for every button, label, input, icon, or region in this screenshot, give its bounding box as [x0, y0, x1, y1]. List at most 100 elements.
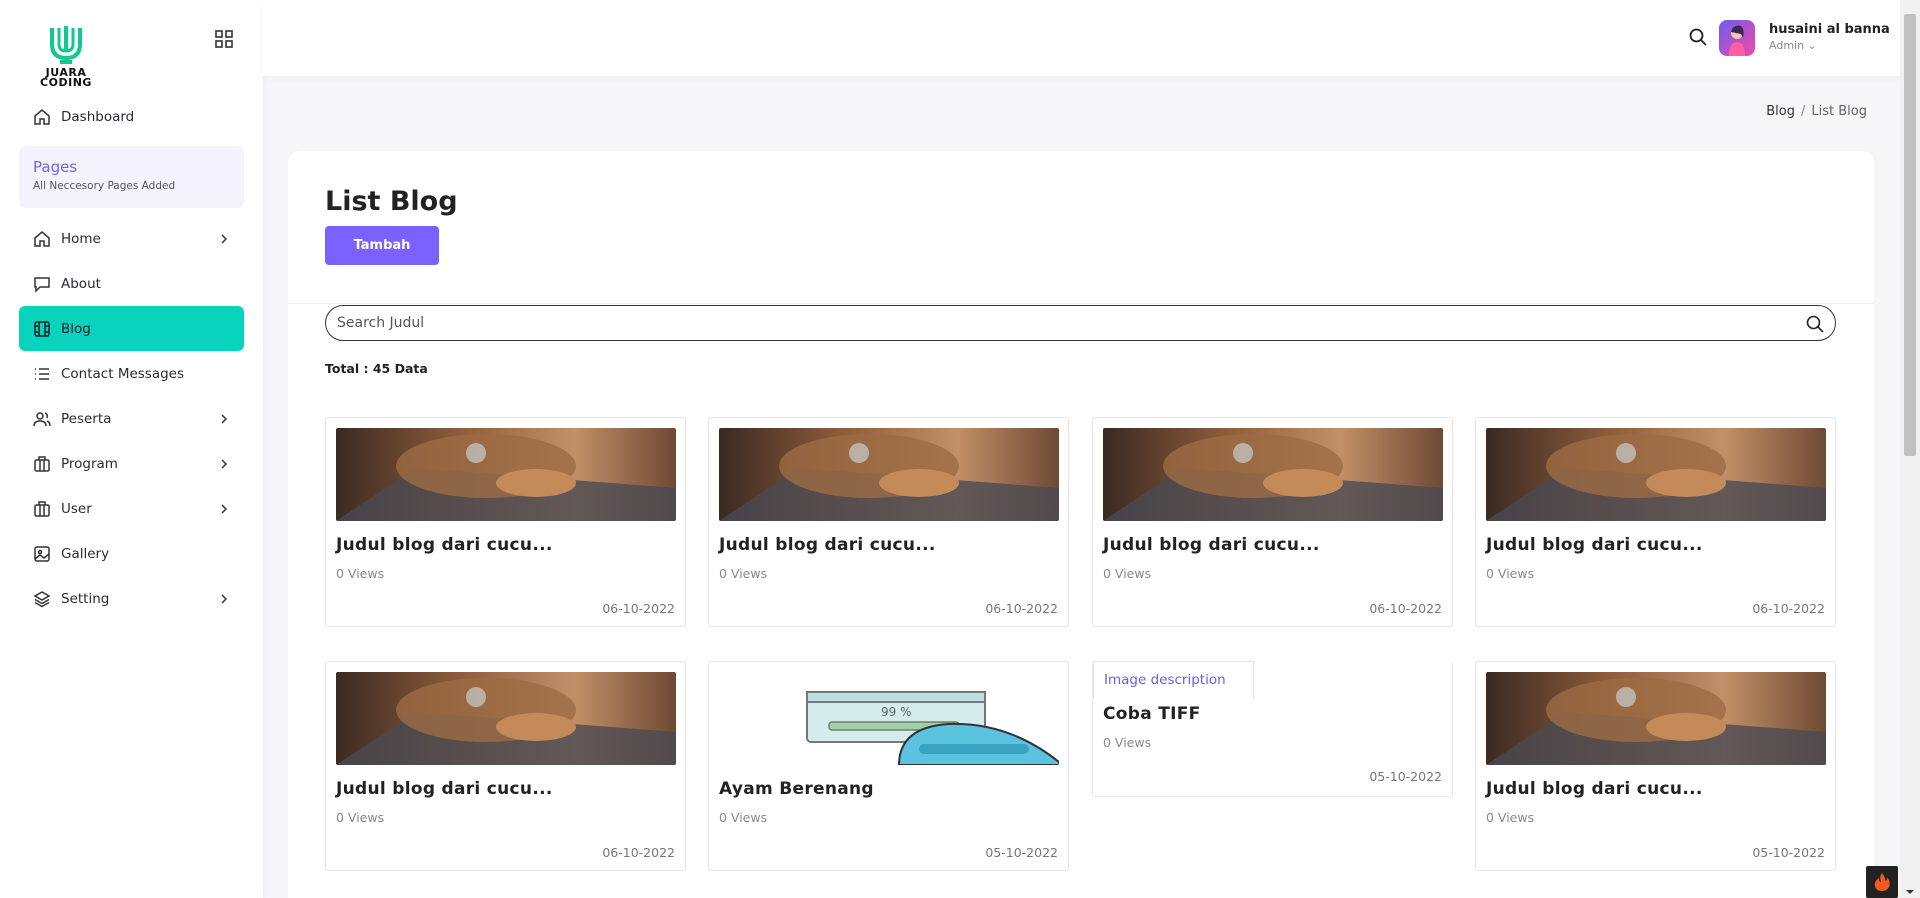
sidebar-item-label: Home	[61, 230, 101, 247]
sidebar-item-setting[interactable]: Setting	[19, 576, 244, 621]
scroll-down-arrow-icon[interactable]	[1905, 882, 1915, 894]
sidebar-item-peserta[interactable]: Peserta	[19, 396, 244, 441]
home-icon	[33, 108, 51, 126]
pages-title: Pages	[33, 158, 78, 176]
chevron-right-icon	[218, 413, 230, 425]
blog-views: 0 Views	[336, 566, 385, 581]
blog-card[interactable]: Judul blog dari cucu... 0 Views 06-10-20…	[325, 661, 686, 871]
blog-date: 06-10-2022	[602, 845, 675, 860]
search-icon[interactable]	[1805, 314, 1825, 334]
blog-title[interactable]: Judul blog dari cucu...	[719, 535, 936, 555]
sidebar-item-home[interactable]: Home	[19, 216, 244, 261]
breadcrumb-link-blog[interactable]: Blog	[1766, 104, 1795, 119]
chevron-right-icon	[218, 593, 230, 605]
search-input[interactable]	[326, 306, 1835, 340]
user-name: husaini al banna	[1769, 22, 1890, 37]
breadcrumb: Blog / List Blog	[1766, 104, 1867, 119]
sidebar-item-label: User	[61, 500, 92, 517]
blog-list-card: List Blog Tambah Total : 45 Data Judul b…	[288, 151, 1874, 898]
add-blog-button[interactable]: Tambah	[325, 226, 439, 265]
cat-laptop-image	[1486, 672, 1826, 765]
scrollbar-thumb[interactable]	[1904, 14, 1916, 456]
sidebar-item-gallery[interactable]: Gallery	[19, 531, 244, 576]
fire-icon[interactable]	[1866, 866, 1898, 898]
total-count: Total : 45 Data	[325, 361, 428, 376]
cat-laptop-image	[719, 428, 1059, 521]
blog-card[interactable]: Judul blog dari cucu... 0 Views 05-10-20…	[1475, 661, 1836, 871]
blog-title[interactable]: Judul blog dari cucu...	[1103, 535, 1320, 555]
briefcase-icon	[33, 500, 51, 518]
progress-percent-text: 99 %	[881, 705, 912, 719]
home-icon	[33, 230, 51, 248]
top-header: husaini al banna Admin ⌄	[263, 0, 1900, 76]
blog-card[interactable]: Judul blog dari cucu... 0 Views 06-10-20…	[1092, 417, 1453, 627]
blog-views: 0 Views	[1103, 566, 1152, 581]
cat-laptop-image	[336, 672, 676, 765]
brand-line-2: CODING	[40, 76, 92, 89]
blog-date: 06-10-2022	[602, 601, 675, 616]
sidebar-item-label: About	[61, 275, 101, 292]
blog-card[interactable]: Judul blog dari cucu... 0 Views 06-10-20…	[708, 417, 1069, 627]
breadcrumb-current: List Blog	[1811, 104, 1867, 119]
sidebar-item-label: Contact Messages	[61, 365, 185, 382]
cat-laptop-image	[1103, 428, 1443, 521]
blog-date: 06-10-2022	[1369, 601, 1442, 616]
layers-icon	[33, 590, 51, 608]
breadcrumb-separator: /	[1801, 104, 1806, 119]
grid-menu-icon[interactable]	[214, 29, 234, 49]
search-bar	[325, 305, 1836, 341]
cartoon-illustration-image: 99 %	[719, 672, 1059, 765]
sidebar-item-label: Program	[61, 455, 118, 472]
sidebar-item-label: Blog	[61, 320, 91, 337]
blog-views: 0 Views	[1486, 566, 1535, 581]
blog-title[interactable]: Ayam Berenang	[719, 779, 874, 799]
sidebar-item-label: Peserta	[61, 410, 112, 427]
logo-mark-icon	[50, 26, 82, 64]
blog-card[interactable]: 99 % Ayam Berenang 0 Views 05-10-2022	[708, 661, 1069, 871]
sidebar-menu: Dashboard Pages All Neccesory Pages Adde…	[19, 100, 244, 621]
search-icon[interactable]	[1687, 26, 1709, 48]
blog-date: 06-10-2022	[985, 601, 1058, 616]
blog-title[interactable]: Judul blog dari cucu...	[336, 535, 553, 555]
page-scrollbar[interactable]	[1900, 0, 1920, 898]
pages-subtitle: All Neccesory Pages Added	[33, 180, 176, 192]
avatar[interactable]	[1719, 20, 1755, 56]
sidebar-item-blog[interactable]: Blog	[19, 306, 244, 351]
sidebar-item-about[interactable]: About	[19, 261, 244, 306]
sidebar-item-label: Dashboard	[61, 109, 135, 125]
blog-date: 05-10-2022	[985, 845, 1058, 860]
brand-name: JUARA CODING	[30, 67, 102, 89]
blog-card[interactable]: Judul blog dari cucu... 0 Views 06-10-20…	[325, 417, 686, 627]
film-icon	[33, 320, 51, 338]
sidebar-item-label: Gallery	[61, 545, 110, 562]
chevron-right-icon	[218, 458, 230, 470]
blog-card[interactable]: Image description Coba TIFF 0 Views 05-1…	[1092, 661, 1453, 797]
cat-laptop-image	[1486, 428, 1826, 521]
sidebar-item-user[interactable]: User	[19, 486, 244, 531]
blog-title[interactable]: Judul blog dari cucu...	[336, 779, 553, 799]
briefcase-icon	[33, 455, 51, 473]
blog-views: 0 Views	[1103, 735, 1152, 750]
sidebar-item-dashboard[interactable]: Dashboard	[19, 100, 244, 134]
blog-card[interactable]: Judul blog dari cucu... 0 Views 06-10-20…	[1475, 417, 1836, 627]
blog-title[interactable]: Coba TIFF	[1103, 704, 1201, 724]
sidebar-item-label: Setting	[61, 590, 110, 607]
user-role-dropdown[interactable]: Admin ⌄	[1769, 39, 1817, 52]
blog-date: 05-10-2022	[1752, 845, 1825, 860]
divider	[288, 303, 1874, 304]
sidebar-item-program[interactable]: Program	[19, 441, 244, 486]
image-icon	[33, 545, 51, 563]
page-title: List Blog	[325, 186, 458, 217]
sidebar: JUARA CODING Dashboard Pages All Necceso…	[0, 0, 263, 898]
blog-views: 0 Views	[719, 810, 768, 825]
blog-date: 05-10-2022	[1369, 769, 1442, 784]
brand-logo[interactable]: JUARA CODING	[30, 22, 102, 88]
blog-views: 0 Views	[1486, 810, 1535, 825]
chat-icon	[33, 275, 51, 293]
sidebar-item-contact-messages[interactable]: Contact Messages	[19, 351, 244, 396]
pages-section: Pages All Neccesory Pages Added	[19, 146, 244, 208]
users-icon	[33, 410, 51, 428]
blog-title[interactable]: Judul blog dari cucu...	[1486, 779, 1703, 799]
list-icon	[33, 365, 51, 383]
blog-title[interactable]: Judul blog dari cucu...	[1486, 535, 1703, 555]
